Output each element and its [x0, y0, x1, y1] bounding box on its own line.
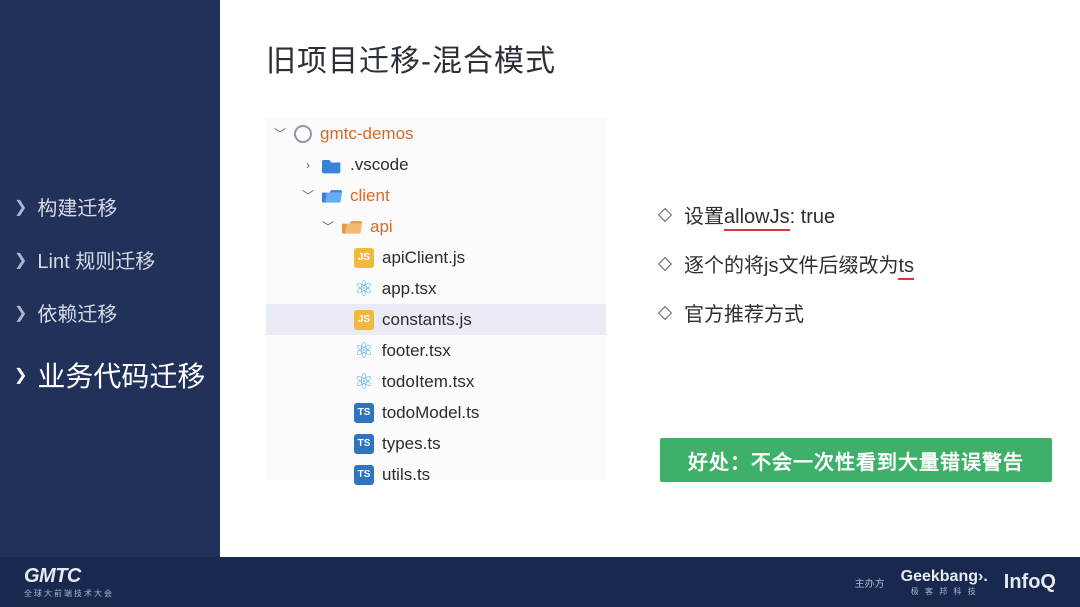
- bullet-text: 官方推荐方式: [684, 298, 804, 327]
- file-name: footer.tsx: [382, 342, 451, 359]
- ts-file-icon: TS: [354, 465, 374, 485]
- folder-name: .vscode: [350, 156, 409, 173]
- tree-row-file-selected[interactable]: JS constants.js: [266, 304, 606, 335]
- folder-name: api: [370, 218, 393, 235]
- chevron-down-icon: ﹀: [274, 128, 286, 140]
- sidebar-item-lint[interactable]: ❯ Lint 规则迁移: [0, 233, 220, 286]
- chevron-right-icon: ❯: [14, 365, 27, 385]
- ts-file-icon: TS: [354, 403, 374, 423]
- benefit-banner: 好处：不会一次性看到大量错误警告: [660, 438, 1052, 482]
- tree-row-file[interactable]: JS apiClient.js: [266, 242, 606, 273]
- chevron-right-icon: ❯: [14, 250, 27, 270]
- sidebar-item-deps[interactable]: ❯ 依赖迁移: [0, 286, 220, 339]
- file-name: types.ts: [382, 435, 441, 452]
- footer-logo: GMTC 全球大前端技术大会: [24, 565, 114, 599]
- file-name: todoItem.tsx: [382, 373, 475, 390]
- logo-subtitle: 全球大前端技术大会: [24, 588, 114, 599]
- sidebar-item-label: 构建迁移: [37, 192, 117, 221]
- file-name: apiClient.js: [382, 249, 465, 266]
- open-folder-icon: [342, 217, 362, 237]
- file-tree: ﹀ gmtc-demos › .vscode ﹀ client ﹀: [266, 118, 606, 480]
- react-file-icon: ⚛: [354, 371, 374, 393]
- bullet-item: 逐个的将js文件后缀改为ts: [660, 249, 1040, 278]
- tree-row-file[interactable]: ⚛ app.tsx: [266, 273, 606, 304]
- folder-name: client: [350, 187, 390, 204]
- tree-row-file[interactable]: TS utils.ts: [266, 459, 606, 490]
- react-file-icon: ⚛: [354, 278, 374, 300]
- folder-name: gmtc-demos: [320, 125, 414, 142]
- file-name: constants.js: [382, 311, 472, 328]
- file-name: todoModel.ts: [382, 404, 479, 421]
- footer: GMTC 全球大前端技术大会 主办方 Geekbang›. 极 客 邦 科 技 …: [0, 557, 1080, 607]
- sidebar-item-label: 业务代码迁移: [37, 355, 205, 395]
- logo-text: GMTC: [24, 565, 81, 587]
- react-file-icon: ⚛: [354, 340, 374, 362]
- diamond-icon: [658, 256, 672, 270]
- chevron-down-icon: ﹀: [302, 190, 314, 202]
- chevron-right-icon: ❯: [14, 303, 27, 323]
- bullet-item: 官方推荐方式: [660, 298, 1040, 327]
- bullet-item: 设置allowJs: true: [660, 200, 1040, 229]
- bullet-text: 设置allowJs: true: [684, 200, 835, 229]
- tree-row-vscode[interactable]: › .vscode: [266, 149, 606, 180]
- tree-row-file[interactable]: ⚛ todoItem.tsx: [266, 366, 606, 397]
- sidebar-item-build[interactable]: ❯ 构建迁移: [0, 180, 220, 233]
- footer-host-label: 主办方: [855, 575, 885, 590]
- js-file-icon: JS: [354, 248, 374, 268]
- diamond-icon: [658, 305, 672, 319]
- tree-row-root[interactable]: ﹀ gmtc-demos: [266, 118, 606, 149]
- sidebar-item-label: Lint 规则迁移: [37, 245, 155, 274]
- tree-row-client[interactable]: ﹀ client: [266, 180, 606, 211]
- chevron-down-icon: ﹀: [322, 221, 334, 233]
- page-title: 旧项目迁移-混合模式: [266, 36, 556, 80]
- sidebar-item-label: 依赖迁移: [37, 298, 117, 327]
- tree-row-file[interactable]: ⚛ footer.tsx: [266, 335, 606, 366]
- diamond-icon: [658, 207, 672, 221]
- file-name: app.tsx: [382, 280, 437, 297]
- bullet-text: 逐个的将js文件后缀改为ts: [684, 249, 914, 278]
- chevron-right-icon: ›: [302, 159, 314, 171]
- tree-row-file[interactable]: TS types.ts: [266, 428, 606, 459]
- js-file-icon: JS: [354, 310, 374, 330]
- chevron-right-icon: ❯: [14, 197, 27, 217]
- circle-icon: [294, 125, 312, 143]
- footer-infoq: InfoQ: [1004, 571, 1056, 594]
- open-folder-icon: [322, 186, 342, 206]
- tree-row-api[interactable]: ﹀ api: [266, 211, 606, 242]
- ts-file-icon: TS: [354, 434, 374, 454]
- footer-right: 主办方 Geekbang›. 极 客 邦 科 技 InfoQ: [855, 568, 1056, 597]
- sidebar: ❯ 构建迁移 ❯ Lint 规则迁移 ❯ 依赖迁移 ❯ 业务代码迁移: [0, 0, 220, 607]
- file-name: utils.ts: [382, 466, 430, 483]
- sidebar-item-business-code[interactable]: ❯ 业务代码迁移: [0, 339, 220, 411]
- tree-row-file[interactable]: TS todoModel.ts: [266, 397, 606, 428]
- bullet-list: 设置allowJs: true 逐个的将js文件后缀改为ts 官方推荐方式: [660, 200, 1040, 347]
- footer-geekbang: Geekbang›. 极 客 邦 科 技: [901, 568, 988, 597]
- folder-icon: [322, 155, 342, 175]
- slide: ❯ 构建迁移 ❯ Lint 规则迁移 ❯ 依赖迁移 ❯ 业务代码迁移 旧项目迁移…: [0, 0, 1080, 607]
